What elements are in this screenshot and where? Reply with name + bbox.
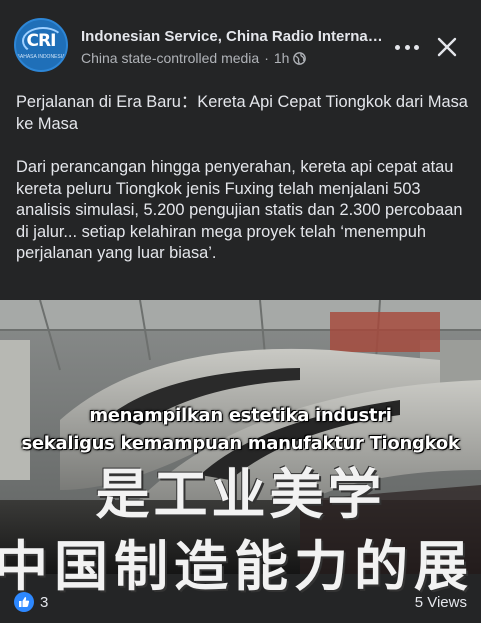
like-icon[interactable] (14, 592, 34, 612)
video-caption-line1: menampilkan estetika industri (89, 405, 392, 426)
reaction-count[interactable]: 3 (40, 594, 48, 611)
post-title: Perjalanan di Era Baru：Kereta Api Cepat … (16, 93, 468, 133)
video-chinese-caption-line1: 是工业美学 (95, 463, 386, 526)
state-media-label[interactable]: China state-controlled media (81, 50, 259, 66)
avatar-logo-text: CRI (26, 31, 57, 51)
post-time[interactable]: 1h (274, 50, 290, 66)
close-icon[interactable] (436, 36, 458, 58)
avatar-logo-subtext: BAHASA INDONESIA (16, 54, 66, 60)
post-meta: China state-controlled media · 1h (81, 50, 307, 66)
page-avatar[interactable]: CRI BAHASA INDONESIA (14, 18, 68, 72)
meta-separator: · (264, 50, 269, 66)
post-body: Dari perancangan hingga penyerahan, kere… (16, 158, 463, 262)
post-footer (0, 574, 481, 623)
view-count[interactable]: 5 Views (415, 594, 467, 611)
more-options-icon[interactable] (395, 40, 419, 54)
globe-icon (293, 51, 307, 65)
page-name-link[interactable]: Indonesian Service, China Radio Interna… (81, 28, 381, 45)
post-header: CRI BAHASA INDONESIA Indonesian Service,… (0, 0, 481, 82)
post-text: Perjalanan di Era Baru：Kereta Api Cepat … (16, 92, 471, 265)
